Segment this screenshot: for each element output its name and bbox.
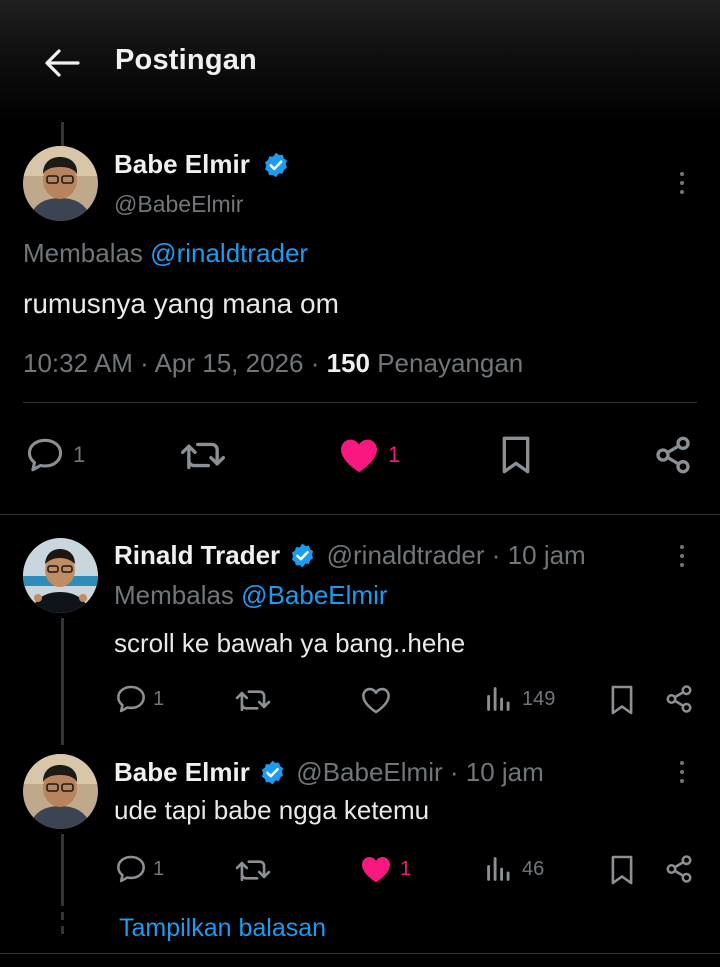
replying-prefix: Membalas <box>23 238 143 268</box>
bookmark-icon <box>611 685 633 715</box>
views-label: Penayangan <box>377 348 524 378</box>
post-text: rumusnya yang mana om <box>23 288 339 319</box>
more-options-button[interactable] <box>678 545 686 572</box>
views-button[interactable]: 149 <box>486 686 555 712</box>
replying-prefix: Membalas <box>114 580 234 610</box>
thread-line <box>61 834 64 906</box>
author-handle[interactable]: @rinaldtrader <box>327 540 485 570</box>
divider <box>23 402 697 403</box>
views-count: 150 <box>326 348 370 378</box>
profile-photo <box>23 538 98 613</box>
avatar[interactable] <box>23 146 98 221</box>
reply-header: Rinald Trader @rinaldtrader · 10 jam <box>114 540 586 570</box>
share-button[interactable] <box>664 684 694 714</box>
post-time[interactable]: 10:32 AM <box>23 348 133 378</box>
heart-filled-icon <box>341 439 377 473</box>
like-button[interactable]: 1 <box>360 855 411 883</box>
reply-icon <box>117 685 145 713</box>
bookmark-button[interactable] <box>499 435 533 475</box>
bookmark-icon <box>502 436 530 474</box>
reply-count: 1 <box>153 857 165 880</box>
show-replies-link[interactable]: Tampilkan balasan <box>119 914 326 943</box>
author-name[interactable]: Rinald Trader <box>114 540 280 570</box>
reply-icon <box>27 438 63 472</box>
post-age[interactable]: 10 jam <box>466 757 544 787</box>
thread-line <box>61 122 64 146</box>
bookmark-icon <box>611 855 633 885</box>
reply-icon <box>117 855 145 883</box>
reply-text: scroll ke bawah ya bang..hehe <box>114 628 466 658</box>
thread-line-dotted <box>61 926 64 934</box>
views-count: 46 <box>522 857 545 880</box>
heart-icon <box>362 687 390 714</box>
bookmark-button[interactable] <box>609 854 635 886</box>
like-count: 1 <box>400 857 412 880</box>
author-handle[interactable]: @BabeElmir <box>296 757 442 787</box>
back-button[interactable] <box>40 44 84 82</box>
like-button[interactable] <box>360 686 392 714</box>
repost-icon <box>235 860 271 882</box>
reply-button[interactable]: 1 <box>115 854 164 884</box>
views-count: 149 <box>522 687 556 710</box>
avatar[interactable] <box>23 538 98 613</box>
reply-count: 1 <box>153 687 165 710</box>
avatar[interactable] <box>23 754 98 829</box>
repost-icon <box>235 690 271 712</box>
post-age[interactable]: 10 jam <box>508 540 586 570</box>
views-button[interactable]: 46 <box>486 856 544 882</box>
arrow-left-icon <box>45 49 80 77</box>
divider <box>0 514 720 515</box>
top-bar: Postingan <box>0 0 720 122</box>
analytics-icon <box>487 687 510 711</box>
analytics-icon <box>487 857 510 881</box>
share-button[interactable] <box>664 854 694 884</box>
share-icon <box>656 436 690 474</box>
share-icon <box>666 855 692 883</box>
author-handle[interactable]: @BabeElmir <box>114 191 243 218</box>
verified-badge-icon <box>265 152 287 178</box>
bookmark-button[interactable] <box>609 684 635 716</box>
replying-to: Membalas @BabeElmir <box>114 580 388 611</box>
repost-icon <box>180 442 226 470</box>
share-icon <box>666 685 692 713</box>
like-count: 1 <box>388 442 401 467</box>
repost-button[interactable] <box>235 856 271 884</box>
verified-badge-icon <box>261 760 284 784</box>
reply-button[interactable]: 1 <box>25 437 85 473</box>
post-date[interactable]: Apr 15, 2026 <box>155 348 304 378</box>
heart-filled-icon <box>362 857 390 883</box>
verified-badge-icon <box>292 543 314 567</box>
post-meta: 10:32 AM · Apr 15, 2026 · 150 Penayangan <box>23 348 524 378</box>
mention-link[interactable]: @rinaldtrader <box>150 238 308 268</box>
author-name[interactable]: Babe Elmir <box>114 149 250 180</box>
thread-line-dotted <box>61 912 64 920</box>
reply-text: ude tapi babe ngga ketemu <box>114 795 430 825</box>
author-name[interactable]: Babe Elmir <box>114 757 250 787</box>
profile-photo <box>23 754 98 829</box>
share-button[interactable] <box>653 435 693 475</box>
profile-photo <box>23 146 98 221</box>
more-options-button[interactable] <box>678 172 686 199</box>
divider <box>0 953 720 954</box>
repost-button[interactable] <box>180 437 226 473</box>
reply-button[interactable]: 1 <box>115 684 164 714</box>
thread-line <box>61 618 64 745</box>
mention-link[interactable]: @BabeElmir <box>241 580 387 610</box>
replying-to: Membalas @rinaldtrader <box>23 238 308 269</box>
more-options-button[interactable] <box>678 761 686 788</box>
reply-count: 1 <box>73 442 86 467</box>
repost-button[interactable] <box>235 686 271 714</box>
page-title: Postingan <box>115 44 257 76</box>
like-button[interactable]: 1 <box>338 437 400 473</box>
reply-header: Babe Elmir @BabeElmir · 10 jam <box>114 757 544 787</box>
